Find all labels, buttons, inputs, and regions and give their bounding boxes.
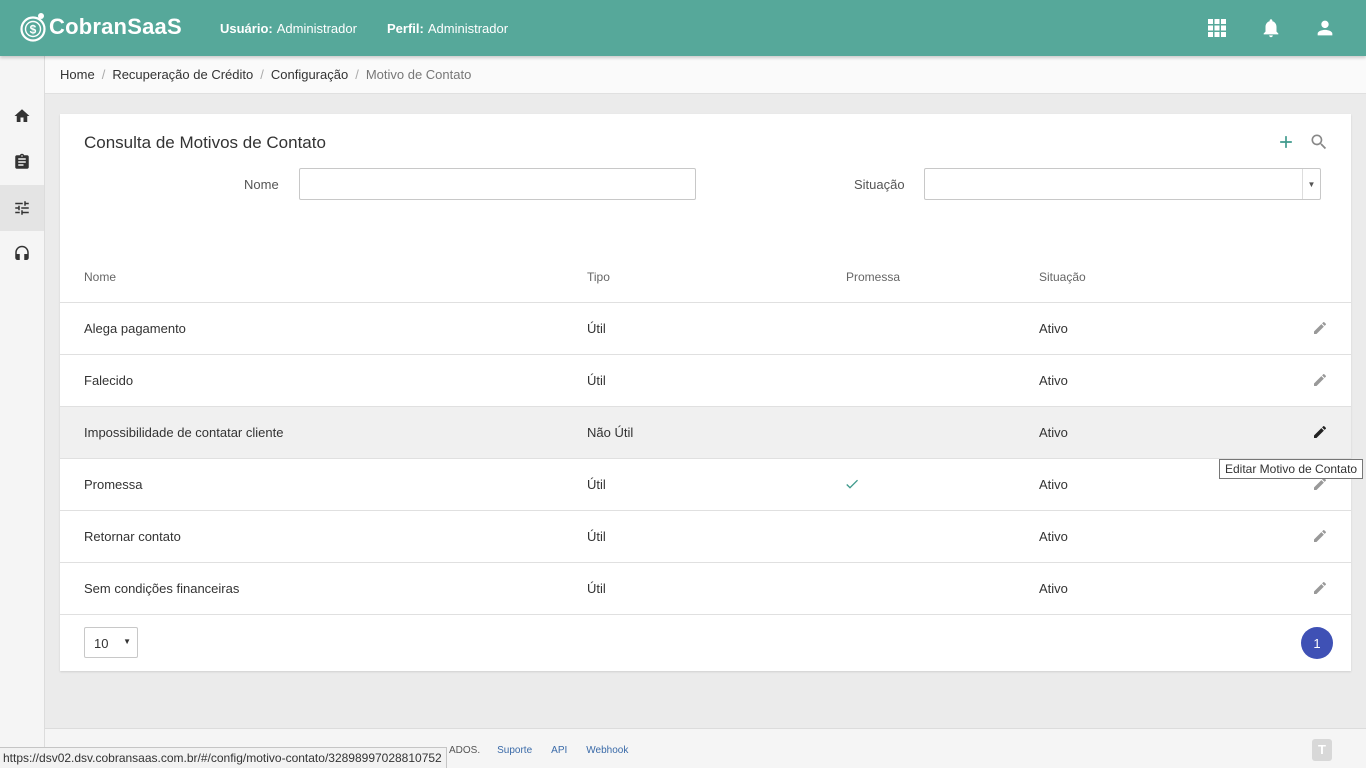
page-title: Consulta de Motivos de Contato [84,133,326,152]
breadcrumb-separator: / [101,67,106,82]
breadcrumb-home[interactable]: Home [60,67,95,82]
edit-pencil-icon[interactable] [1312,424,1328,440]
cell-tipo: Útil [587,373,606,388]
cell-nome: Impossibilidade de contatar cliente [84,425,284,440]
edit-pencil-icon[interactable] [1312,320,1328,336]
sidebar-item-settings[interactable] [0,185,44,231]
table-row[interactable]: Impossibilidade de contatar cliente Não … [60,407,1351,459]
brand-name: CobranSaaS [49,14,182,39]
table-row[interactable]: Promessa Útil Ativo [60,459,1351,511]
column-header-nome[interactable]: Nome [84,270,116,284]
sidebar-nav [0,56,45,768]
edit-tooltip: Editar Motivo de Contato [1219,459,1364,479]
cell-nome: Sem condições financeiras [84,581,240,596]
profile-label: Perfil: [387,21,424,36]
cell-tipo: Útil [587,581,606,596]
browser-status-url: https://dsv02.dsv.cobransaas.com.br/#/co… [0,747,447,768]
table-row[interactable]: Retornar contato Útil Ativo [60,511,1351,563]
page-size-value: 10 [94,636,109,651]
table-row[interactable]: Falecido Útil Ativo [60,355,1351,407]
check-icon [846,479,858,489]
search-icon[interactable] [1309,132,1329,152]
top-app-bar: $ CobranSaaS Usuário: Administrador Perfi… [0,0,1366,56]
sidebar-item-support[interactable] [0,231,44,277]
account-icon[interactable] [1314,17,1336,39]
page-size-select[interactable]: 10 ▼ [84,627,138,658]
cell-tipo: Útil [587,477,606,492]
edit-pencil-icon[interactable] [1312,372,1328,388]
breadcrumb-configuracao[interactable]: Configuração [271,67,348,82]
brand-logo[interactable]: $ CobranSaaS [19,11,182,43]
nome-filter-input[interactable] [299,168,696,200]
svg-text:$: $ [30,23,37,37]
breadcrumb-current: Motivo de Contato [365,67,472,82]
column-header-tipo[interactable]: Tipo [587,270,610,284]
user-label: Usuário: [220,21,273,36]
logo-coin-icon: $ [20,13,46,42]
column-header-situacao[interactable]: Situação [1039,270,1086,284]
user-info: Usuário: Administrador [220,21,357,36]
situacao-filter-label: Situação [854,177,905,192]
profile-value: Administrador [427,21,509,36]
breadcrumb-recuperacao[interactable]: Recuperação de Crédito [112,67,253,82]
table-header: Nome Tipo Promessa Situação [60,259,1351,303]
table-row[interactable]: Alega pagamento Útil Ativo [60,303,1351,355]
edit-pencil-icon[interactable] [1312,528,1328,544]
breadcrumb-separator: / [260,67,264,82]
footer-link-suporte[interactable]: Suporte [497,745,532,756]
main-card: Consulta de Motivos de Contato Nome Situ… [60,114,1351,671]
cell-situacao: Ativo [1039,321,1068,336]
edit-pencil-icon[interactable] [1312,580,1328,596]
profile-info: Perfil: Administrador [387,21,508,36]
cell-nome: Promessa [84,477,143,492]
chevron-down-icon: ▼ [123,637,131,646]
home-icon [14,109,30,122]
footer-link-api[interactable]: API [551,745,567,756]
footer-link-webhook[interactable]: Webhook [586,745,628,756]
nome-filter-label: Nome [244,177,279,192]
page-button-current[interactable]: 1 [1301,627,1333,659]
column-header-promessa[interactable]: Promessa [846,270,900,284]
footer-copyright: ADOS. [449,745,481,756]
cell-situacao: Ativo [1039,477,1068,492]
table-row[interactable]: Sem condições financeiras Útil Ativo [60,563,1351,615]
cell-tipo: Não Útil [587,425,634,440]
breadcrumb: Home / Recuperação de Crédito / Configur… [45,56,1366,94]
footer-links: ADOS. Suporte API Webhook [449,745,628,756]
add-icon[interactable] [1276,132,1296,152]
clipboard-icon [15,153,29,169]
cell-nome: Retornar contato [84,529,181,544]
cell-tipo: Útil [587,321,606,336]
card-actions [1276,132,1329,152]
headset-icon [15,245,29,260]
sidebar-item-home[interactable] [0,93,44,139]
cell-situacao: Ativo [1039,425,1068,440]
cell-situacao: Ativo [1039,529,1068,544]
user-value: Administrador [276,21,357,36]
footer-logo-icon: T [1312,739,1332,761]
cell-situacao: Ativo [1039,581,1068,596]
breadcrumb-separator: / [355,67,359,82]
cell-situacao: Ativo [1039,373,1068,388]
cell-tipo: Útil [587,529,606,544]
chevron-down-icon: ▼ [1302,169,1320,199]
situacao-filter-select[interactable]: ▼ [924,168,1321,200]
sidebar-item-clipboard[interactable] [0,139,44,185]
cell-nome: Falecido [84,373,134,388]
tune-icon [15,201,29,215]
cell-nome: Alega pagamento [84,321,186,336]
bell-icon[interactable] [1260,17,1282,39]
apps-grid-icon[interactable] [1206,17,1228,39]
